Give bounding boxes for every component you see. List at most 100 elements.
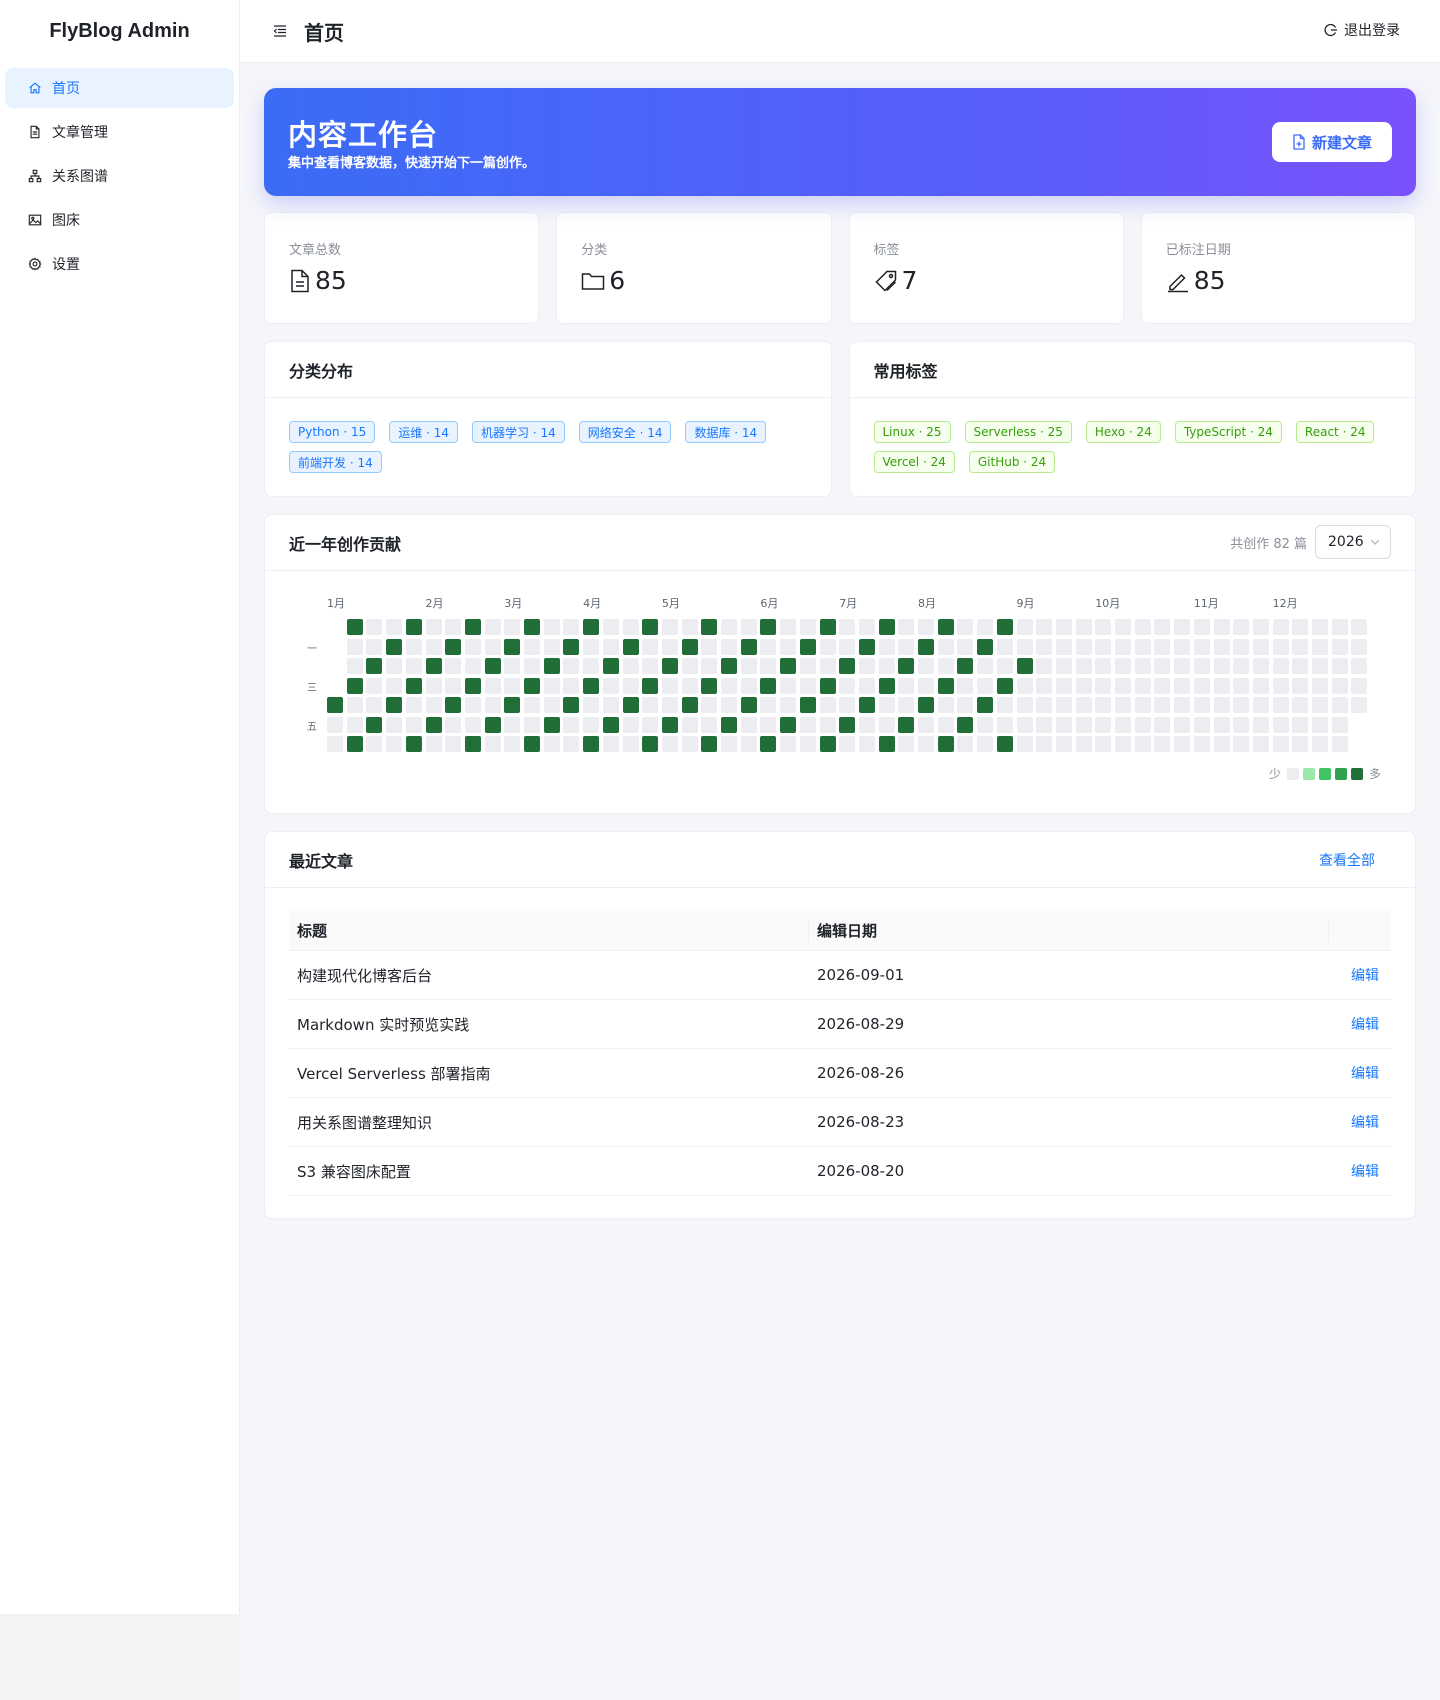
contribution-cell[interactable] <box>937 677 954 694</box>
contribution-cell[interactable] <box>1174 658 1191 674</box>
contribution-cell[interactable] <box>1036 619 1053 635</box>
contribution-cell[interactable] <box>681 736 698 752</box>
contribution-cell[interactable] <box>1351 697 1368 713</box>
contribution-cell[interactable] <box>1193 697 1210 713</box>
common-tag[interactable]: Linux · 25 <box>873 421 951 443</box>
contribution-cell[interactable] <box>898 619 915 635</box>
contribution-cell[interactable] <box>1055 736 1072 752</box>
contribution-cell[interactable] <box>937 716 954 733</box>
contribution-cell[interactable] <box>602 697 619 713</box>
contribution-cell[interactable] <box>583 716 600 733</box>
contribution-cell[interactable] <box>1055 677 1072 694</box>
contribution-cell[interactable] <box>661 716 678 733</box>
contribution-cell[interactable] <box>977 619 994 635</box>
contribution-cell[interactable] <box>405 716 422 733</box>
contribution-cell[interactable] <box>1272 619 1289 635</box>
contribution-cell[interactable] <box>504 736 521 752</box>
contribution-cell[interactable] <box>642 697 659 713</box>
contribution-cell[interactable] <box>425 658 442 674</box>
contribution-cell[interactable] <box>996 697 1013 713</box>
contribution-cell[interactable] <box>937 736 954 752</box>
category-tag[interactable]: 网络安全 · 14 <box>578 421 672 443</box>
contribution-cell[interactable] <box>642 619 659 635</box>
contribution-cell[interactable] <box>740 619 757 635</box>
contribution-cell[interactable] <box>366 677 383 694</box>
contribution-cell[interactable] <box>1193 736 1210 752</box>
contribution-cell[interactable] <box>740 736 757 752</box>
contribution-cell[interactable] <box>642 658 659 674</box>
contribution-cell[interactable] <box>563 677 580 694</box>
contribution-cell[interactable] <box>1233 638 1250 655</box>
contribution-cell[interactable] <box>563 736 580 752</box>
contribution-cell[interactable] <box>327 736 343 752</box>
contribution-cell[interactable] <box>504 677 521 694</box>
logout-button[interactable]: 退出登录 <box>1324 20 1400 40</box>
contribution-cell[interactable] <box>346 697 363 713</box>
contribution-cell[interactable] <box>760 658 777 674</box>
contribution-cell[interactable] <box>858 638 875 655</box>
contribution-cell[interactable] <box>1272 638 1289 655</box>
contribution-cell[interactable] <box>504 697 521 713</box>
contribution-cell[interactable] <box>1351 619 1368 635</box>
contribution-cell[interactable] <box>1075 619 1092 635</box>
sidebar-item-settings[interactable]: 设置 <box>5 244 234 284</box>
contribution-cell[interactable] <box>464 619 481 635</box>
contribution-cell[interactable] <box>918 716 934 733</box>
contribution-cell[interactable] <box>1351 638 1368 655</box>
contribution-cell[interactable] <box>1016 619 1033 635</box>
contribution-cell[interactable] <box>425 716 442 733</box>
contribution-cell[interactable] <box>602 658 619 674</box>
contribution-cell[interactable] <box>839 638 856 655</box>
contribution-cell[interactable] <box>1213 658 1230 674</box>
contribution-cell[interactable] <box>661 658 678 674</box>
contribution-cell[interactable] <box>1292 736 1309 752</box>
contribution-cell[interactable] <box>957 677 974 694</box>
contribution-cell[interactable] <box>996 677 1013 694</box>
contribution-cell[interactable] <box>504 638 521 655</box>
contribution-cell[interactable] <box>346 736 363 752</box>
contribution-cell[interactable] <box>878 677 895 694</box>
contribution-cell[interactable] <box>405 658 422 674</box>
contribution-cell[interactable] <box>1252 716 1269 733</box>
contribution-cell[interactable] <box>1233 677 1250 694</box>
contribution-cell[interactable] <box>1272 716 1289 733</box>
common-tag[interactable]: Serverless · 25 <box>964 421 1072 443</box>
contribution-cell[interactable] <box>1016 638 1033 655</box>
contribution-cell[interactable] <box>563 619 580 635</box>
common-tag[interactable]: TypeScript · 24 <box>1174 421 1282 443</box>
contribution-cell[interactable] <box>425 697 442 713</box>
contribution-cell[interactable] <box>366 697 383 713</box>
contribution-cell[interactable] <box>1036 716 1053 733</box>
contribution-cell[interactable] <box>524 677 540 694</box>
contribution-cell[interactable] <box>464 677 481 694</box>
edit-link[interactable]: 编辑 <box>1329 1112 1391 1132</box>
contribution-cell[interactable] <box>721 736 737 752</box>
contribution-cell[interactable] <box>819 677 836 694</box>
contribution-cell[interactable] <box>622 697 639 713</box>
contribution-cell[interactable] <box>977 638 994 655</box>
category-tag[interactable]: 机器学习 · 14 <box>472 421 565 443</box>
contribution-cell[interactable] <box>977 736 994 752</box>
contribution-cell[interactable] <box>543 697 560 713</box>
contribution-cell[interactable] <box>504 716 521 733</box>
edit-link[interactable]: 编辑 <box>1329 965 1391 985</box>
contribution-cell[interactable] <box>583 619 600 635</box>
contribution-cell[interactable] <box>524 736 540 752</box>
contribution-cell[interactable] <box>937 658 954 674</box>
brand-logo[interactable]: FlyBlog Admin <box>0 0 239 62</box>
contribution-cell[interactable] <box>1154 697 1171 713</box>
contribution-cell[interactable] <box>1036 677 1053 694</box>
contribution-cell[interactable] <box>681 697 698 713</box>
contribution-cell[interactable] <box>1272 677 1289 694</box>
contribution-cell[interactable] <box>622 677 639 694</box>
article-title[interactable]: 用关系图谱整理知识 <box>289 1112 809 1133</box>
contribution-cell[interactable] <box>366 638 383 655</box>
contribution-cell[interactable] <box>1115 619 1131 635</box>
contribution-cell[interactable] <box>622 638 639 655</box>
contribution-cell[interactable] <box>858 677 875 694</box>
contribution-cell[interactable] <box>839 658 856 674</box>
contribution-cell[interactable] <box>898 736 915 752</box>
contribution-cell[interactable] <box>1115 658 1131 674</box>
contribution-cell[interactable] <box>1075 697 1092 713</box>
contribution-cell[interactable] <box>681 677 698 694</box>
